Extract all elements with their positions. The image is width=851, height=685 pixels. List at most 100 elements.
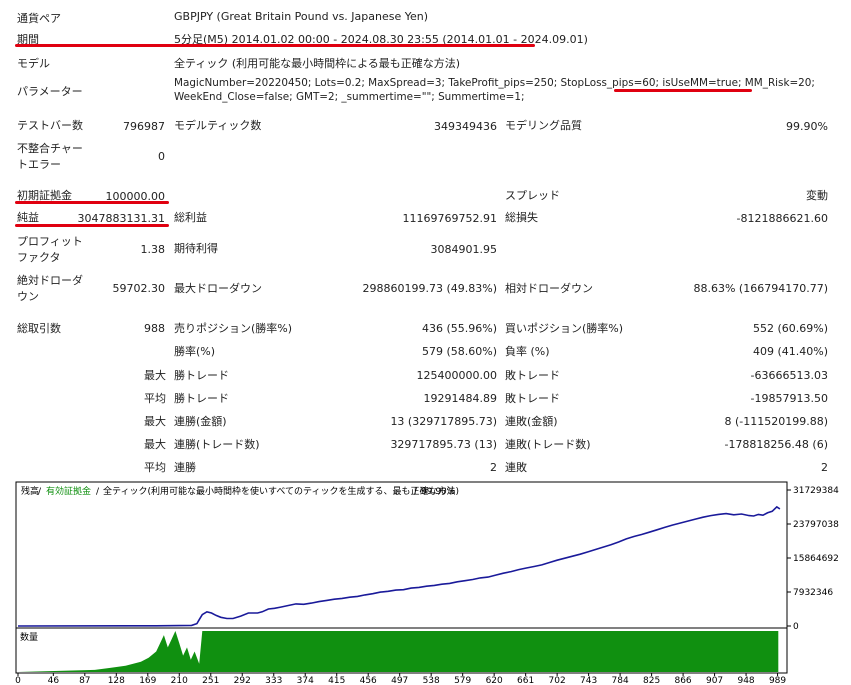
mismatch-label-2: トエラー [17,158,61,171]
y-tick-label: 31729384 [793,486,839,496]
x-tick-label: 579 [454,676,471,685]
ticks-label: モデルティック数 [174,119,262,132]
max-consec-wins-trades-label: 連勝(トレード数) [174,438,260,451]
absdd-label-2: ウン [17,290,39,303]
spread-value: 変動 [806,189,828,202]
mm-params-highlight [614,89,752,92]
params-line1: MagicNumber=20220450; Lots=0.2; MaxSprea… [174,77,815,89]
pf-value: 1.38 [140,243,166,256]
balance-chart-svg: 残高 / 有効証拠金 / 全ティック(利用可能な最小時間枠を使いすべてのティック… [15,481,839,685]
y-tick-label: 7932346 [793,588,833,598]
loss-value: 409 (41.40%) [752,345,828,358]
x-tick-label: 907 [706,676,723,685]
largest-profit-label: 勝トレード [174,369,229,382]
largest-loss-value: -63666513.03 [750,369,828,382]
avg-word-1: 平均 [144,392,166,405]
win-label: 勝率(%) [174,345,216,358]
x-tick-label: 497 [391,676,408,685]
avg-loss-value: -19857913.50 [750,392,828,405]
mismatch-value: 0 [158,150,165,163]
legend-equity: 有効証拠金 [46,485,91,497]
x-tick-label: 620 [486,676,503,685]
x-tick-label: 825 [643,676,660,685]
grossloss-label: 総損失 [505,211,538,224]
params-line2: WeekEnd_Close=false; GMT=2; _summertime=… [174,91,525,103]
bars-label: テストバー数 [17,119,83,132]
model-value: 全ティック (利用可能な最小時間枠による最も正確な方法) [174,57,461,70]
x-tick-label: 415 [328,676,345,685]
y-tick-label: 23797038 [793,520,839,530]
volume-label: 数量 [20,631,38,643]
x-tick-label: 989 [769,676,786,685]
quality-value: 99.90% [786,120,828,133]
grossprofit-value: 11169769752.91 [402,212,497,225]
balance-chart: 残高 / 有効証拠金 / 全ティック(利用可能な最小時間枠を使いすべてのティック… [0,480,851,685]
x-tick-label: 292 [234,676,251,685]
x-tick-label: 948 [737,676,754,685]
ticks-value: 349349436 [434,120,497,133]
netprofit-highlight [15,224,169,227]
x-tick-label: 169 [139,676,156,685]
short-label: 売りポジション(勝率%) [174,322,293,335]
legend-quality: 99.90% [421,487,456,497]
quality-label: モデリング品質 [505,119,582,132]
deposit-highlight [15,201,169,204]
x-tick-label: 661 [517,676,534,685]
loss-label: 負率 (%) [505,345,550,358]
legend-model: 全ティック(利用可能な最小時間枠を使いすべてのティックを生成する、最も正確な方法… [103,485,459,497]
max-word-3: 最大 [144,438,166,451]
params-label: パラメーター [17,85,83,98]
avg-consec-wins-label: 連勝 [174,461,196,474]
reldd-label: 相対ドローダウン [505,282,593,295]
x-tick-label: 0 [15,676,21,685]
y-tick-label: 0 [793,622,799,632]
x-tick-label: 743 [580,676,597,685]
symbol-label: 通貨ペア [17,12,61,25]
largest-loss-label: 敗トレード [505,369,560,382]
x-tick-label: 866 [674,676,691,685]
avg-profit-value: 19291484.89 [423,392,497,405]
trades-value: 988 [144,322,165,335]
max-consec-losses-trades-label: 連敗(トレード数) [505,438,591,451]
avg-word-2: 平均 [144,461,166,474]
netprofit-label: 純益 [17,211,39,224]
bars-value: 796987 [123,120,165,133]
x-tick-label: 210 [171,676,188,685]
maxdd-value: 298860199.73 (49.83%) [362,282,497,295]
avg-consec-wins-value: 2 [490,461,497,474]
x-tick-label: 333 [265,676,282,685]
y-tick-label: 15864692 [793,554,839,564]
x-tick-label: 46 [48,676,60,685]
max-consec-losses-money-label: 連敗(金額) [505,415,558,428]
maxdd-label: 最大ドローダウン [174,282,262,295]
max-consec-losses-money-value: 8 (-111520199.88) [724,415,828,428]
max-word-1: 最大 [144,369,166,382]
x-tick-label: 456 [360,676,377,685]
win-value: 579 (58.60%) [421,345,497,358]
max-consec-losses-trades-value: -178818256.48 (6) [724,438,828,451]
pf-label-2: ファクタ [17,251,61,264]
x-tick-label: 702 [549,676,566,685]
long-value: 552 (60.69%) [752,322,828,335]
max-consec-wins-money-value: 13 (329717895.73) [390,415,497,428]
trades-label: 総取引数 [17,322,61,335]
max-consec-wins-trades-value: 329717895.73 (13) [390,438,497,451]
mismatch-label-1: 不整合チャー [17,142,83,155]
balance-plot-frame [15,481,788,629]
absdd-label-1: 絶対ドローダ [17,274,83,287]
grossprofit-label: 総利益 [174,211,207,224]
legend-balance: 残高 [21,485,39,497]
max-word-2: 最大 [144,415,166,428]
absdd-value: 59702.30 [112,282,166,295]
expected-value: 3084901.95 [430,243,497,256]
short-value: 436 (55.96%) [421,322,497,335]
grossloss-value: -8121886621.60 [736,212,828,225]
avg-loss-label: 敗トレード [505,392,560,405]
spread-label: スプレッド [505,189,560,202]
avg-consec-losses-label: 連敗 [505,461,527,474]
symbol-value: GBPJPY (Great Britain Pound vs. Japanese… [174,10,429,23]
x-tick-label: 374 [297,676,314,685]
long-label: 買いポジション(勝率%) [505,322,624,335]
period-highlight [15,44,535,47]
avg-consec-losses-value: 2 [821,461,828,474]
